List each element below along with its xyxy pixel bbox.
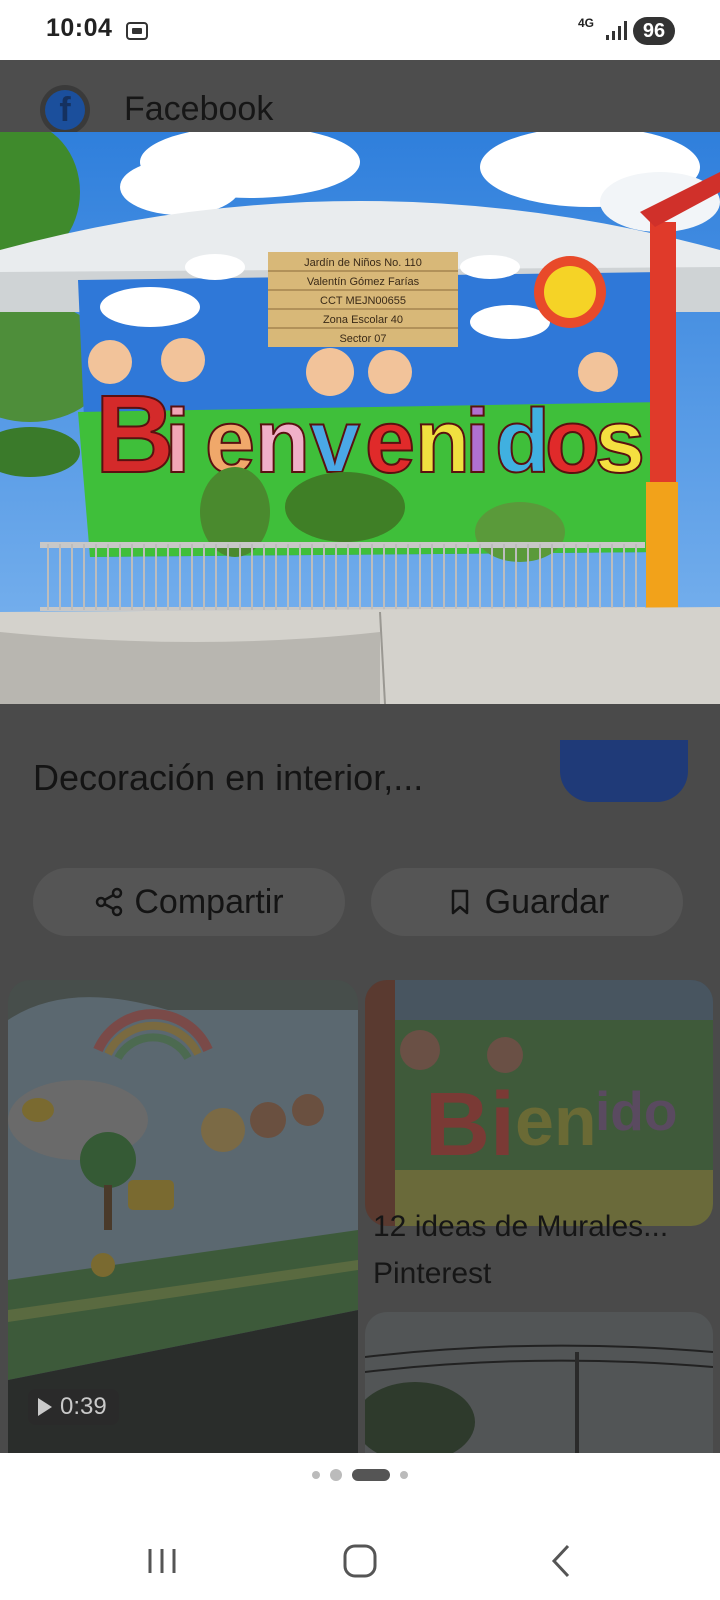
- svg-text:ido: ido: [595, 1080, 677, 1142]
- svg-text:n: n: [255, 392, 310, 492]
- share-icon: [96, 887, 123, 917]
- recents-icon[interactable]: [138, 1537, 186, 1585]
- bottom-bar: [0, 1453, 720, 1600]
- video-duration-text: 0:39: [60, 1393, 107, 1420]
- related-video-thumbnail[interactable]: [8, 980, 358, 1453]
- svg-text:en: en: [515, 1082, 597, 1160]
- play-icon: [38, 1398, 52, 1416]
- sign-line-1: Jardín de Niños No. 110: [304, 257, 422, 269]
- related-source: Pinterest: [373, 1257, 492, 1290]
- related-image-thumbnail[interactable]: Bi en ido: [365, 980, 713, 1226]
- page-dot: [312, 1471, 320, 1479]
- bookmark-icon: [451, 889, 468, 915]
- battery-badge: 96: [633, 17, 675, 45]
- source-name: Facebook: [124, 90, 274, 128]
- visit-button[interactable]: [560, 740, 688, 802]
- svg-text:Bi: Bi: [425, 1075, 515, 1175]
- network-type: 4G: [578, 16, 595, 30]
- page-indicator: [0, 1469, 720, 1481]
- sign-line-3: CCT MEJN00655: [320, 295, 406, 307]
- home-icon[interactable]: [336, 1537, 384, 1585]
- svg-text:d: d: [495, 392, 550, 492]
- save-button[interactable]: Guardar: [371, 868, 683, 936]
- screen: 10:04 4G 96 f Facebook Decoración en int…: [0, 0, 720, 1600]
- svg-text:i: i: [465, 392, 490, 492]
- facebook-icon: f: [40, 85, 90, 135]
- status-bar: 10:04 4G 96: [0, 0, 720, 60]
- related-title[interactable]: 12 ideas de Murales...: [373, 1210, 668, 1244]
- hero-image[interactable]: Jardín de Niños No. 110 Valentín Gómez F…: [0, 132, 720, 704]
- mural-image-2: [8, 980, 358, 1453]
- street-image: [365, 1312, 713, 1453]
- page-dot: [330, 1469, 342, 1481]
- svg-text:n: n: [415, 392, 470, 492]
- share-button[interactable]: Compartir: [33, 868, 345, 936]
- video-duration: 0:39: [28, 1389, 119, 1425]
- screen-record-icon: [126, 22, 148, 40]
- result-title[interactable]: Decoración en interior,...: [33, 756, 423, 800]
- sign-line-4: Zona Escolar 40: [323, 314, 403, 326]
- svg-text:B: B: [95, 373, 174, 496]
- mural-image-3: Bi en ido: [365, 980, 713, 1226]
- share-label: Compartir: [134, 882, 284, 921]
- back-icon[interactable]: [538, 1537, 586, 1585]
- page-dot-active: [352, 1469, 390, 1481]
- save-label: Guardar: [484, 882, 610, 921]
- status-time: 10:04: [46, 14, 113, 42]
- svg-text:s: s: [595, 392, 645, 492]
- result-title-text: Decoración en interior,...: [33, 757, 424, 798]
- sign-line-2: Valentín Gómez Farías: [307, 276, 420, 288]
- page-dot: [400, 1471, 408, 1479]
- svg-text:i: i: [165, 392, 190, 492]
- svg-text:o: o: [545, 392, 600, 492]
- signal-icon: [606, 21, 627, 40]
- sign-line-5: Sector 07: [339, 333, 386, 345]
- related-image-thumbnail-2[interactable]: [365, 1312, 713, 1453]
